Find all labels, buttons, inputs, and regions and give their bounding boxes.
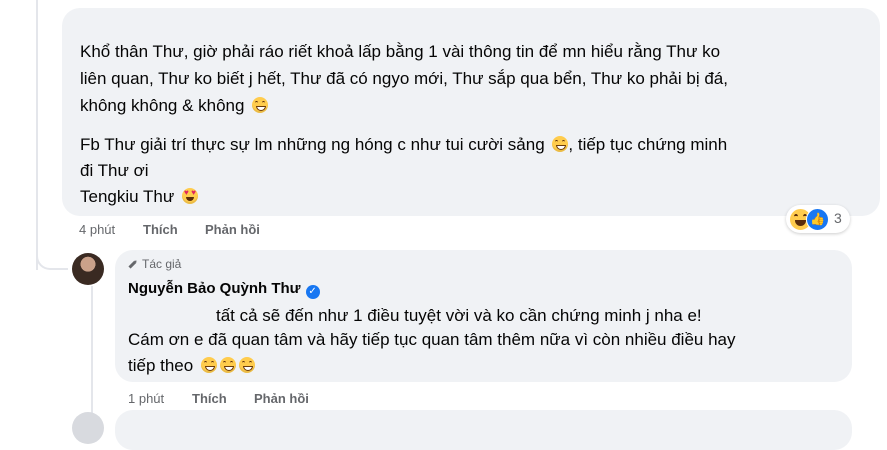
comment-time[interactable]: 4 phút xyxy=(79,222,115,237)
comment-line-4: Fb Thư giải trí thực sự lm những ng hóng… xyxy=(80,132,727,157)
comment-line-5: đi Thư ơi xyxy=(80,161,149,180)
thread-line xyxy=(36,0,38,270)
author-badge-label: Tác giả xyxy=(142,257,182,271)
laughing-emoji xyxy=(200,357,217,373)
comment-line-6: Tengkiu Thư xyxy=(80,184,198,209)
comment-line-4-tail: , tiếp tục chứng minh xyxy=(568,135,728,154)
grinning-emoji xyxy=(552,136,569,152)
reply-line-2: Cám ơn e đã quan tâm và hãy tiếp tục qua… xyxy=(128,330,736,349)
verified-badge-icon: ✓ xyxy=(305,285,320,299)
next-comment-bubble xyxy=(115,410,852,450)
reply-button[interactable]: Phản hồi xyxy=(205,222,260,237)
exploding-head-emoji xyxy=(252,97,269,113)
pencil-icon xyxy=(128,260,137,269)
comment-line-6-text: Tengkiu Thư xyxy=(80,187,175,206)
thread-line-reply xyxy=(91,286,93,419)
reaction-count: 3 xyxy=(834,210,842,226)
avatar[interactable] xyxy=(72,253,104,285)
reply-line-3-text: tiếp theo xyxy=(128,356,194,375)
thread-connector xyxy=(36,232,68,270)
author-name[interactable]: Nguyễn Bảo Quỳnh Thư ✓ xyxy=(128,280,320,299)
reply-line-3: tiếp theo xyxy=(128,353,255,378)
comment-line-4-text: Fb Thư giải trí thực sự lm những ng hóng… xyxy=(80,135,545,154)
like-button[interactable]: Thích xyxy=(143,222,178,237)
reply-like-button[interactable]: Thích xyxy=(192,391,227,406)
comment-line-1: Khổ thân Thư, giờ phải ráo riết khoả lấp… xyxy=(80,42,721,61)
reply-time[interactable]: 1 phút xyxy=(128,391,164,406)
heart-eyes-emoji xyxy=(181,188,198,204)
next-comment-avatar[interactable] xyxy=(72,412,104,444)
like-reaction-icon: 👍 xyxy=(806,208,829,231)
reply-reply-button[interactable]: Phản hồi xyxy=(254,391,309,406)
comment-line-3-text: không không & không xyxy=(80,96,245,115)
comment-line-2: liên quan, Thư ko biết j hết, Thư đã có … xyxy=(80,69,728,88)
comment-line-3: không không & không xyxy=(80,93,269,118)
author-name-text[interactable]: Nguyễn Bảo Quỳnh Thư xyxy=(128,280,301,297)
reply-line-1: tất cả sẽ đến như 1 điều tuyệt vời và ko… xyxy=(216,306,702,325)
laughing-emoji xyxy=(219,357,236,373)
reactions-summary[interactable]: 👍 3 xyxy=(786,205,850,233)
laughing-emoji xyxy=(238,357,255,373)
author-badge: Tác giả xyxy=(128,257,181,271)
